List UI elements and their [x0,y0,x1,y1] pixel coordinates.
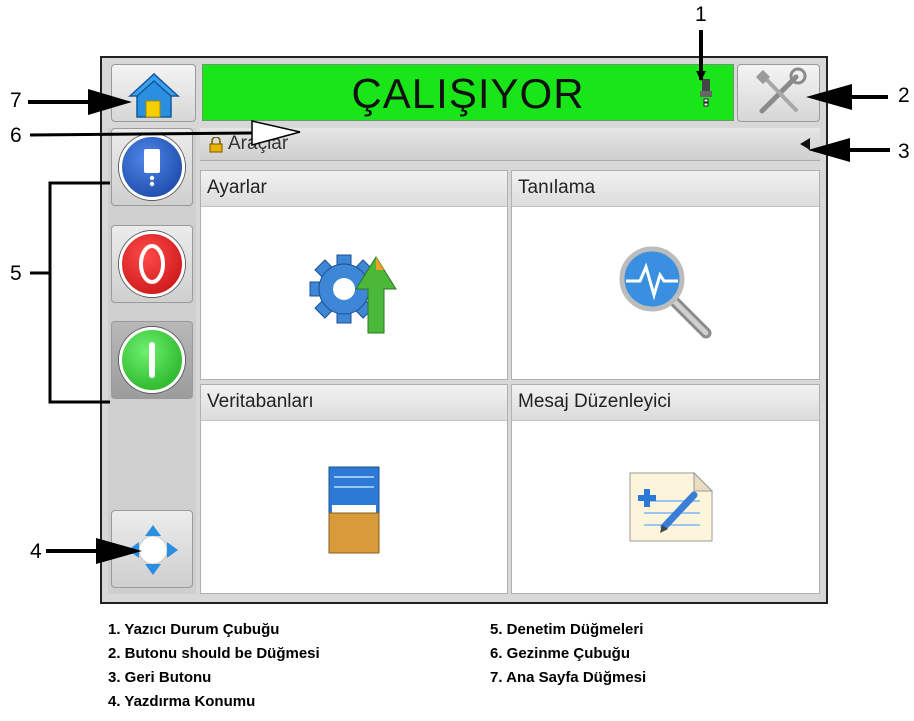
legend-item-2: 2. Butonu should be Düğmesi [108,645,320,662]
bracket-control-buttons [48,181,110,404]
legend-item-6: 6. Gezinme Çubuğu [490,645,631,662]
legend-column-right: 5. Denetim Düğmeleri 6. Gezinme Çubuğu 7… [490,618,646,690]
legend-item-5: 5. Denetim Düğmeleri [490,621,644,638]
callout-arrows [28,30,890,564]
legend-item-1: 1. Yazıcı Durum Çubuğu [108,621,280,638]
legend-column-left: 1. Yazıcı Durum Çubuğu 2. Butonu should … [108,618,320,714]
legend-item-3: 3. Geri Butonu [108,669,212,686]
arrow-navigation [29,131,253,137]
legend-item-4: 4. Yazdırma Konumu [108,693,256,710]
legend-item-7: 7. Ana Sayfa Düğmesi [490,669,647,686]
